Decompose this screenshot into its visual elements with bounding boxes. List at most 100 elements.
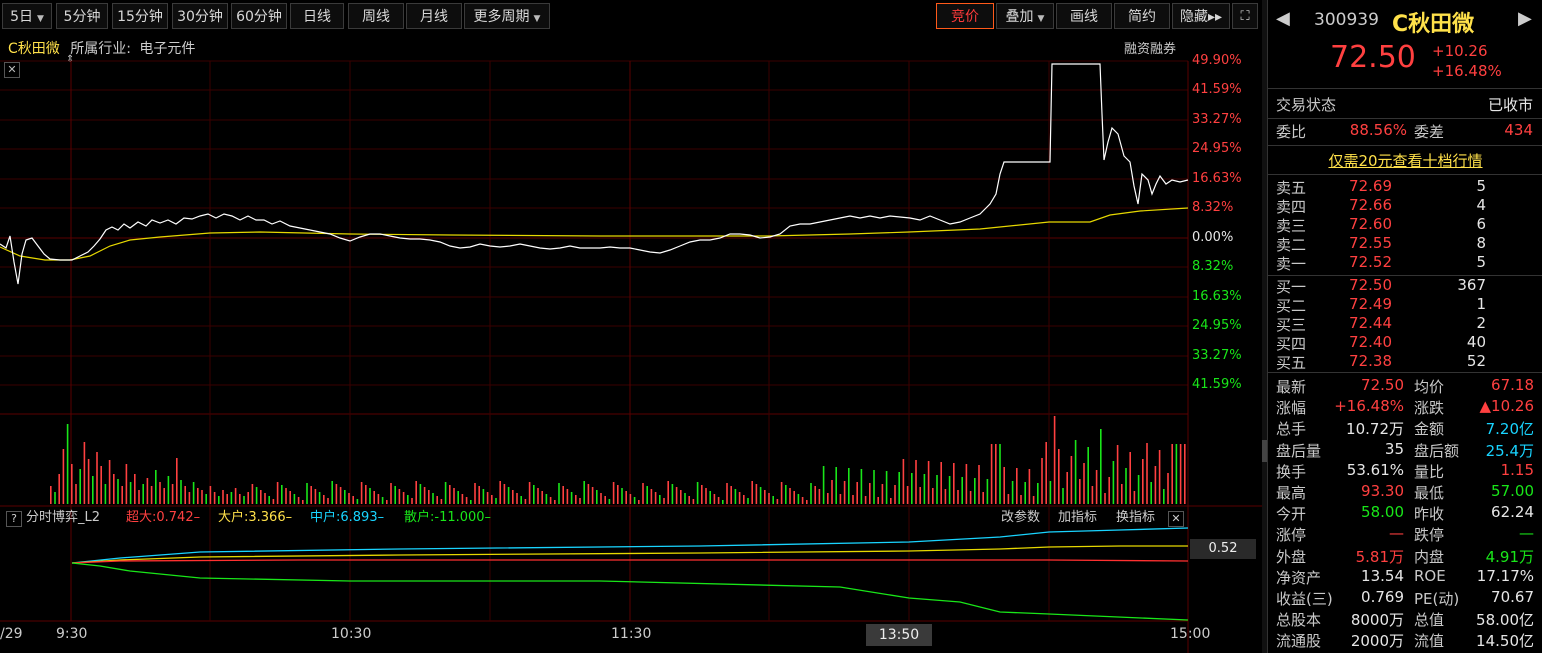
volume-bar	[978, 465, 980, 504]
simple-mode-button[interactable]: 简约	[1114, 3, 1170, 29]
volume-bar	[696, 482, 699, 504]
weibi-row: 委比 88.56% 委差 434	[1268, 121, 1542, 142]
period-weekly-button[interactable]: 周线	[348, 3, 404, 29]
volume-bar	[1066, 472, 1068, 504]
more-periods-dropdown[interactable]: 更多周期 ▼	[464, 3, 550, 29]
order-book-row[interactable]: 买四 72.40 40	[1268, 333, 1542, 354]
stat-value: ▲10.26	[1479, 397, 1534, 416]
axis-pct-label: 8.32%	[1192, 200, 1234, 215]
close-icon[interactable]: ✕	[1168, 511, 1184, 527]
next-stock-arrow-icon[interactable]: ▶	[1518, 8, 1532, 29]
volume-bar	[587, 484, 590, 504]
time-cursor-label: 13:50	[866, 624, 932, 646]
auction-button[interactable]: 竞价	[936, 3, 994, 29]
stat-label: 换手	[1276, 462, 1307, 481]
order-book-row[interactable]: 买二 72.49 1	[1268, 295, 1542, 316]
period-daily-button[interactable]: 日线	[290, 3, 344, 29]
order-book-row[interactable]: 卖三 72.60 6	[1268, 215, 1542, 236]
volume-bar	[986, 479, 989, 504]
volume-bar	[503, 484, 506, 504]
volume-bar	[520, 496, 522, 504]
volume-bar	[1037, 483, 1039, 504]
book-volume: 40	[1466, 333, 1486, 351]
hide-panel-button[interactable]: 隐藏▸▸	[1172, 3, 1230, 29]
volume-bar	[890, 498, 892, 504]
volume-bar	[780, 482, 783, 504]
switch-indicator-button[interactable]: 换指标	[1116, 508, 1155, 528]
stat-value: 5.81万	[1355, 547, 1404, 566]
draw-line-button[interactable]: 画线	[1056, 3, 1112, 29]
order-book-row[interactable]: 卖二 72.55 8	[1268, 234, 1542, 255]
volume-bar	[864, 496, 867, 504]
help-icon[interactable]: ?	[6, 511, 22, 527]
period-toolbar: 5日 ▼ 5分钟 15分钟 30分钟 60分钟 日线 周线 月线 更多周期 ▼ 竞价…	[0, 0, 1262, 34]
order-book-row[interactable]: 卖五 72.69 5	[1268, 177, 1542, 198]
book-volume: 5	[1476, 177, 1486, 195]
volume-bar	[331, 481, 333, 504]
volume-bar	[180, 480, 182, 504]
weicha-label: 委差	[1414, 123, 1445, 141]
stat-row: 最新 72.50 均价 67.18	[1268, 376, 1542, 397]
avg-price-line	[0, 207, 1189, 261]
volume-bar	[302, 500, 304, 504]
indicator-name[interactable]: 分时博弈_L2	[26, 508, 100, 528]
volume-bar	[352, 496, 354, 504]
volume-bar	[856, 482, 858, 504]
divider	[1268, 118, 1542, 119]
period-5min-button[interactable]: 5分钟	[56, 3, 108, 29]
expand-icon[interactable]: ⛶	[1232, 3, 1258, 29]
book-volume: 367	[1457, 276, 1486, 294]
stat-value: 13.54	[1361, 566, 1404, 585]
order-book-row[interactable]: 买一 72.50 367	[1268, 276, 1542, 297]
volume-bar	[1083, 463, 1085, 504]
volume-bar	[688, 496, 690, 504]
volume-bar	[848, 468, 850, 504]
axis-pct-label: 0.00%	[1192, 230, 1234, 245]
volume-bar	[121, 486, 123, 504]
book-level-label: 买二	[1276, 297, 1307, 315]
volume-bar	[1100, 429, 1102, 504]
order-book-row[interactable]: 卖一 72.52 5	[1268, 253, 1542, 274]
volume-bar	[1079, 479, 1081, 504]
volume-bar	[755, 484, 758, 504]
book-price: 72.66	[1349, 196, 1392, 214]
divider	[1268, 145, 1542, 146]
volume-bar	[423, 487, 426, 504]
axis-pct-label: 33.27%	[1192, 348, 1242, 363]
volume-bar	[62, 449, 65, 504]
volume-bar	[226, 494, 228, 504]
order-book-row[interactable]: 卖四 72.66 4	[1268, 196, 1542, 217]
volume-bar	[1032, 496, 1035, 504]
divider	[1268, 372, 1542, 373]
period-60min-button[interactable]: 60分钟	[231, 3, 287, 29]
level2-promo-link[interactable]: 仅需20元查看十档行情	[1268, 150, 1542, 171]
volume-bar	[58, 474, 60, 504]
volume-bar	[961, 477, 963, 504]
prev-stock-arrow-icon[interactable]: ◀	[1276, 8, 1290, 29]
volume-bar	[554, 500, 556, 504]
volume-bar	[482, 489, 485, 504]
axis-pct-label: 49.90%	[1192, 53, 1242, 68]
period-15min-button[interactable]: 15分钟	[112, 3, 168, 29]
period-30min-button[interactable]: 30分钟	[172, 3, 228, 29]
order-book-row[interactable]: 买五 72.38 52	[1268, 352, 1542, 373]
add-indicator-button[interactable]: 加指标	[1058, 508, 1097, 528]
volume-bar	[129, 482, 132, 504]
overlay-dropdown[interactable]: 叠加 ▼	[996, 3, 1054, 29]
volume-bar	[449, 485, 451, 504]
stat-label: 内盘	[1414, 547, 1445, 566]
volume-bar	[356, 499, 359, 504]
stat-label: 涨停	[1276, 526, 1307, 545]
time-label: 9:30	[56, 626, 88, 642]
volume-bar	[738, 492, 741, 504]
volume-bar	[990, 444, 993, 504]
volume-bar	[348, 493, 350, 504]
volume-bar	[163, 488, 165, 504]
period-monthly-button[interactable]: 月线	[406, 3, 462, 29]
volume-bar	[243, 496, 245, 504]
order-book-row[interactable]: 买三 72.44 2	[1268, 314, 1542, 335]
volume-bar	[512, 490, 514, 504]
period-5day-dropdown[interactable]: 5日 ▼	[2, 3, 52, 29]
volume-bar	[407, 495, 409, 504]
change-params-button[interactable]: 改参数	[1001, 508, 1040, 528]
